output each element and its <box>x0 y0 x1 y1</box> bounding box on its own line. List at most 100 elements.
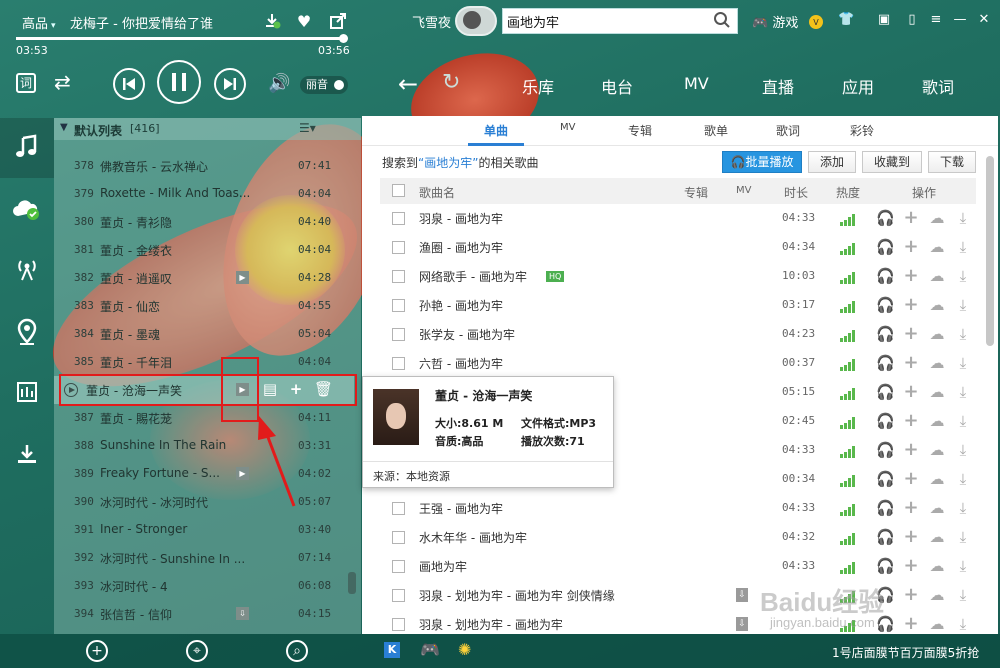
download-icon[interactable]: ⤓ <box>954 470 972 488</box>
song-name[interactable]: 渔圈 - 画地为牢 <box>419 239 503 256</box>
mobile-icon[interactable]: ▯ <box>904 12 920 27</box>
row-checkbox[interactable] <box>392 270 405 283</box>
tab-mv[interactable]: MV <box>684 74 709 93</box>
cloud-icon[interactable]: ☁ <box>928 209 946 227</box>
play-mode-icon[interactable]: ⇄ <box>54 70 71 94</box>
volume-icon[interactable]: 🔊 <box>268 73 290 94</box>
cloud-icon[interactable]: ☁ <box>928 267 946 285</box>
cloud-icon[interactable]: ☁ <box>928 470 946 488</box>
playlist-row[interactable]: 384 董贞 - 墨魂 05:04 <box>54 320 354 348</box>
collect-button[interactable]: 收藏到 <box>862 151 922 173</box>
cloud-icon[interactable]: ☁ <box>928 615 946 633</box>
song-name[interactable]: 羽泉 - 划地为牢 - 画地为牢 剑侠情缘 <box>419 587 615 604</box>
row-checkbox[interactable] <box>392 328 405 341</box>
add-icon[interactable]: + <box>902 441 920 459</box>
cloud-icon[interactable]: ☁ <box>928 325 946 343</box>
cloud-icon[interactable]: ☁ <box>928 586 946 604</box>
tab-playlists[interactable]: 歌单 <box>704 122 728 139</box>
sidebar-item-radio[interactable] <box>0 238 54 298</box>
tab-songs[interactable]: 单曲 <box>484 122 508 139</box>
row-checkbox[interactable] <box>392 589 405 602</box>
row-checkbox[interactable] <box>392 357 405 370</box>
tab-library[interactable]: 乐库 <box>522 74 554 98</box>
pause-button[interactable] <box>157 60 201 104</box>
song-name[interactable]: 羽泉 - 划地为牢 - 画地为牢 <box>419 616 563 633</box>
previous-button[interactable] <box>113 68 145 100</box>
headphones-icon[interactable]: 🎧 <box>876 209 895 227</box>
cloud-icon[interactable]: ☁ <box>928 499 946 517</box>
song-name[interactable]: 水木年华 - 画地为牢 <box>419 529 527 546</box>
cloud-icon[interactable]: ☁ <box>928 557 946 575</box>
mv-download-icon[interactable]: ⇩ <box>736 588 748 602</box>
playlist-row[interactable]: 380 董贞 - 青衫隐 04:40 <box>54 208 354 236</box>
download-icon[interactable]: ⤓ <box>954 383 972 401</box>
result-row[interactable]: 网络歌手 - 画地为牢 HQ 10:03 🎧 + ☁ ⤓ <box>380 262 976 291</box>
result-row[interactable]: 渔圈 - 画地为牢 04:34 🎧 + ☁ ⤓ <box>380 233 976 262</box>
cloud-icon[interactable]: ☁ <box>928 296 946 314</box>
headphones-icon[interactable]: 🎧 <box>876 499 895 517</box>
headphones-icon[interactable]: 🎧 <box>876 238 895 256</box>
column-album[interactable]: 专辑 <box>684 184 708 201</box>
download-icon[interactable]: ⤓ <box>954 499 972 517</box>
quality-dropdown[interactable]: 高品 ▾ <box>22 13 56 32</box>
song-name[interactable]: 网络歌手 - 画地为牢 <box>419 268 527 285</box>
tab-ringtones[interactable]: 彩铃 <box>850 122 874 139</box>
search-icon[interactable] <box>713 11 731 29</box>
song-name[interactable]: 王强 - 画地为牢 <box>419 500 503 517</box>
tab-apps[interactable]: 应用 <box>842 74 874 98</box>
column-mv[interactable]: MV <box>736 185 751 196</box>
menu-icon[interactable]: ≡ <box>928 12 944 27</box>
sidebar-item-download[interactable] <box>0 424 54 484</box>
ad-text[interactable]: 1号店面膜节百万面膜5折抢 <box>832 644 979 661</box>
add-icon[interactable]: + <box>902 209 920 227</box>
sidebar-item-local[interactable] <box>0 362 54 422</box>
download-icon[interactable]: ⤓ <box>954 267 972 285</box>
add-icon[interactable]: + <box>902 238 920 256</box>
download-badge-icon[interactable]: ⇩ <box>236 607 249 620</box>
playlist-row[interactable]: 391 Iner - Stronger 03:40 <box>54 516 354 544</box>
tab-radio[interactable]: 电台 <box>601 74 633 98</box>
result-row[interactable]: 羽泉 - 划地为牢 - 画地为牢 剑侠情缘 ⇩ 🎧 + ☁ ⤓ <box>380 581 976 610</box>
select-all-checkbox[interactable] <box>392 184 405 197</box>
playlist-row[interactable]: 383 董贞 - 仙恋 04:55 <box>54 292 354 320</box>
avatar[interactable] <box>455 6 497 36</box>
result-row[interactable]: 羽泉 - 画地为牢 04:33 🎧 + ☁ ⤓ <box>380 204 976 233</box>
row-checkbox[interactable] <box>392 502 405 515</box>
result-row[interactable]: 画地为牢 04:33 🎧 + ☁ ⤓ <box>380 552 976 581</box>
headphones-icon[interactable]: 🎧 <box>876 528 895 546</box>
download-icon[interactable]: ⤓ <box>954 441 972 459</box>
row-checkbox[interactable] <box>392 212 405 225</box>
add-icon[interactable]: + <box>902 528 920 546</box>
batch-play-button[interactable]: 🎧批量播放 <box>722 151 802 173</box>
add-icon[interactable]: + <box>902 557 920 575</box>
download-icon[interactable]: ⤓ <box>954 412 972 430</box>
collapse-triangle-icon[interactable]: ▼ <box>60 122 68 133</box>
download-icon[interactable]: ⤓ <box>954 209 972 227</box>
close-icon[interactable]: ✕ <box>976 12 992 27</box>
row-checkbox[interactable] <box>392 299 405 312</box>
locate-icon[interactable]: ⌖ <box>186 640 208 662</box>
heart-icon[interactable]: ♥ <box>294 12 314 32</box>
mv-badge-icon[interactable]: ▶ <box>236 271 249 284</box>
playlist-row[interactable]: 378 佛教音乐 - 云水禅心 07:41 <box>54 152 354 180</box>
username[interactable]: 飞雪夜 <box>412 12 451 31</box>
refresh-icon[interactable]: ↻ <box>442 70 460 95</box>
results-scrollbar[interactable] <box>986 156 994 634</box>
add-icon[interactable]: + <box>902 470 920 488</box>
game-controller-icon[interactable]: 🎮 <box>420 640 440 659</box>
result-row[interactable]: 王强 - 画地为牢 04:33 🎧 + ☁ ⤓ <box>380 494 976 523</box>
playlist-row[interactable]: 385 董贞 - 千年泪 04:04 <box>54 348 354 376</box>
headphones-icon[interactable]: 🎧 <box>876 470 895 488</box>
add-button[interactable]: 添加 <box>808 151 856 173</box>
add-icon[interactable]: + <box>902 325 920 343</box>
download-button[interactable]: 下载 <box>928 151 976 173</box>
kugou-k-icon[interactable]: K <box>384 642 400 658</box>
share-icon[interactable] <box>328 12 348 32</box>
tab-lyric-results[interactable]: 歌词 <box>776 122 800 139</box>
search-input[interactable] <box>503 9 703 33</box>
sidebar-item-location[interactable] <box>0 300 54 360</box>
headphones-icon[interactable]: 🎧 <box>876 267 895 285</box>
mv-badge-icon[interactable]: ▶ <box>236 467 249 480</box>
song-name[interactable]: 张学友 - 画地为牢 <box>419 326 515 343</box>
download-icon[interactable]: ⤓ <box>954 528 972 546</box>
